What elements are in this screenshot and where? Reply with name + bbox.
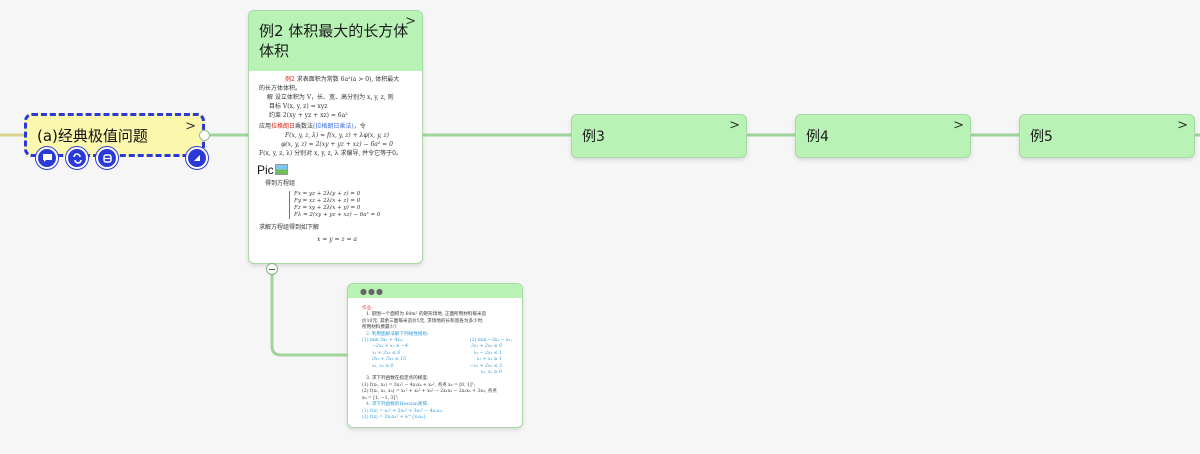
resize-corner-icon[interactable]: [186, 147, 208, 169]
chevron-right-icon[interactable]: >: [729, 118, 740, 133]
node-example3[interactable]: 例3 >: [571, 114, 747, 158]
more-options-icon[interactable]: ●●●: [360, 287, 384, 296]
mindmap-links: [0, 133, 1200, 357]
doc-line: (2) f(x) = 3x₁x₂² + e^{x₁x₂}: [362, 414, 427, 420]
doc-link[interactable]: (拉格朗日乘法): [313, 123, 354, 130]
collapse-toggle-icon[interactable]: [266, 263, 278, 275]
note-card-header: ●●●: [348, 284, 522, 298]
doc-line: 求表面积为常数 6a²(a > 0), 体积最大: [296, 76, 400, 83]
node-example3-title: 例3: [582, 129, 605, 145]
chevron-right-icon[interactable]: >: [185, 119, 196, 134]
node-example4[interactable]: 例4 >: [795, 114, 971, 158]
node-example4-title: 例4: [806, 129, 829, 145]
link-example2-note: [270, 269, 347, 357]
root-expand-handle[interactable]: [199, 130, 210, 141]
doc-equation: Fλ = 2(xy + yz + xz) − 6a² = 0: [294, 212, 381, 218]
doc-line: ，令: [353, 123, 366, 130]
tag-icon[interactable]: [96, 147, 118, 169]
doc-line: 应用: [259, 123, 272, 130]
chevron-right-icon[interactable]: >: [953, 118, 964, 133]
node-example2[interactable]: 例2 体积最大的长方体体积 > 例2 求表面积为常数 6a²(a > 0), 体…: [248, 10, 423, 264]
doc-line: 求解方程组得到如下解: [259, 224, 320, 231]
node-example2-title: 例2 体积最大的长方体体积: [259, 22, 409, 60]
image-icon: [274, 164, 288, 175]
doc-example-label: 例2: [285, 76, 295, 83]
doc-line: 约束 2(xy + yz + xz) = 6a²: [269, 112, 348, 119]
note-card-homework[interactable]: ●●● 作业: 1. 欲围一个面积为 60m² 的矩形场地, 正面所用材料每米造…: [347, 283, 523, 428]
doc-equation: Fx = yz + 2λ(y + z) = 0: [294, 191, 361, 197]
doc-line: F(x, y, z, λ) 分别对 x, y, z, λ 求偏导, 并令它等于0…: [259, 150, 402, 157]
doc-equation: Fy = xz + 2λ(x + z) = 0: [294, 198, 361, 204]
doc-equation-system: Fx = yz + 2λ(y + z) = 0 Fy = xz + 2λ(x +…: [289, 191, 415, 219]
comment-icon[interactable]: [36, 147, 58, 169]
doc-line: (2) f(x₁, x₂, x₃) = x₁² + x₂² + x₃² − 2x…: [362, 389, 497, 395]
doc-line: 的长方体体积。: [259, 85, 302, 92]
doc-highlight: 拉格朗日: [271, 123, 296, 130]
doc-equation: x = y = z = a: [316, 236, 358, 243]
chevron-right-icon[interactable]: >: [1177, 118, 1188, 133]
note-card-document: 作业: 1. 欲围一个面积为 60m² 的矩形场地, 正面所用材料每米造 价10…: [362, 306, 512, 421]
mindmap-canvas[interactable]: (a)经典极值问题 > 例2 体积最大的长方体体积 > 例2 求表面积为常数 6…: [0, 0, 1200, 454]
chevron-right-icon[interactable]: >: [405, 14, 416, 29]
link-icon[interactable]: [66, 147, 88, 169]
node-example2-document: 例2 求表面积为常数 6a²(a > 0), 体积最大 的长方体体积。 解 设立…: [257, 75, 415, 244]
pic-label-text: Pic: [257, 163, 274, 177]
doc-line: 解 设立体积为 V，长、宽、高分别为 x, y, z, 则: [267, 94, 394, 101]
doc-equation: Fz = xy + 2λ(x + y) = 0: [294, 205, 361, 211]
node-example5-title: 例5: [1030, 129, 1053, 145]
root-node-title: (a)经典极值问题: [37, 127, 148, 145]
node-example2-header: 例2 体积最大的长方体体积 >: [249, 11, 422, 71]
doc-line: 得到方程组: [265, 180, 296, 187]
doc-pic-label[interactable]: Pic: [257, 163, 415, 177]
doc-equation: φ(x, y, z) = 2(xy + yz + xz) − 6a² = 0: [281, 141, 393, 148]
doc-equation: F(x, y, z, λ) = f(x, y, z) + λφ(x, y, z): [284, 132, 390, 139]
doc-line: 乘数法: [295, 123, 314, 130]
doc-line: x₁, x₂ ≥ 0: [372, 363, 394, 369]
doc-line: 目标 V(x, y, z) = xyz: [269, 103, 328, 110]
node-example5[interactable]: 例5 >: [1019, 114, 1195, 158]
